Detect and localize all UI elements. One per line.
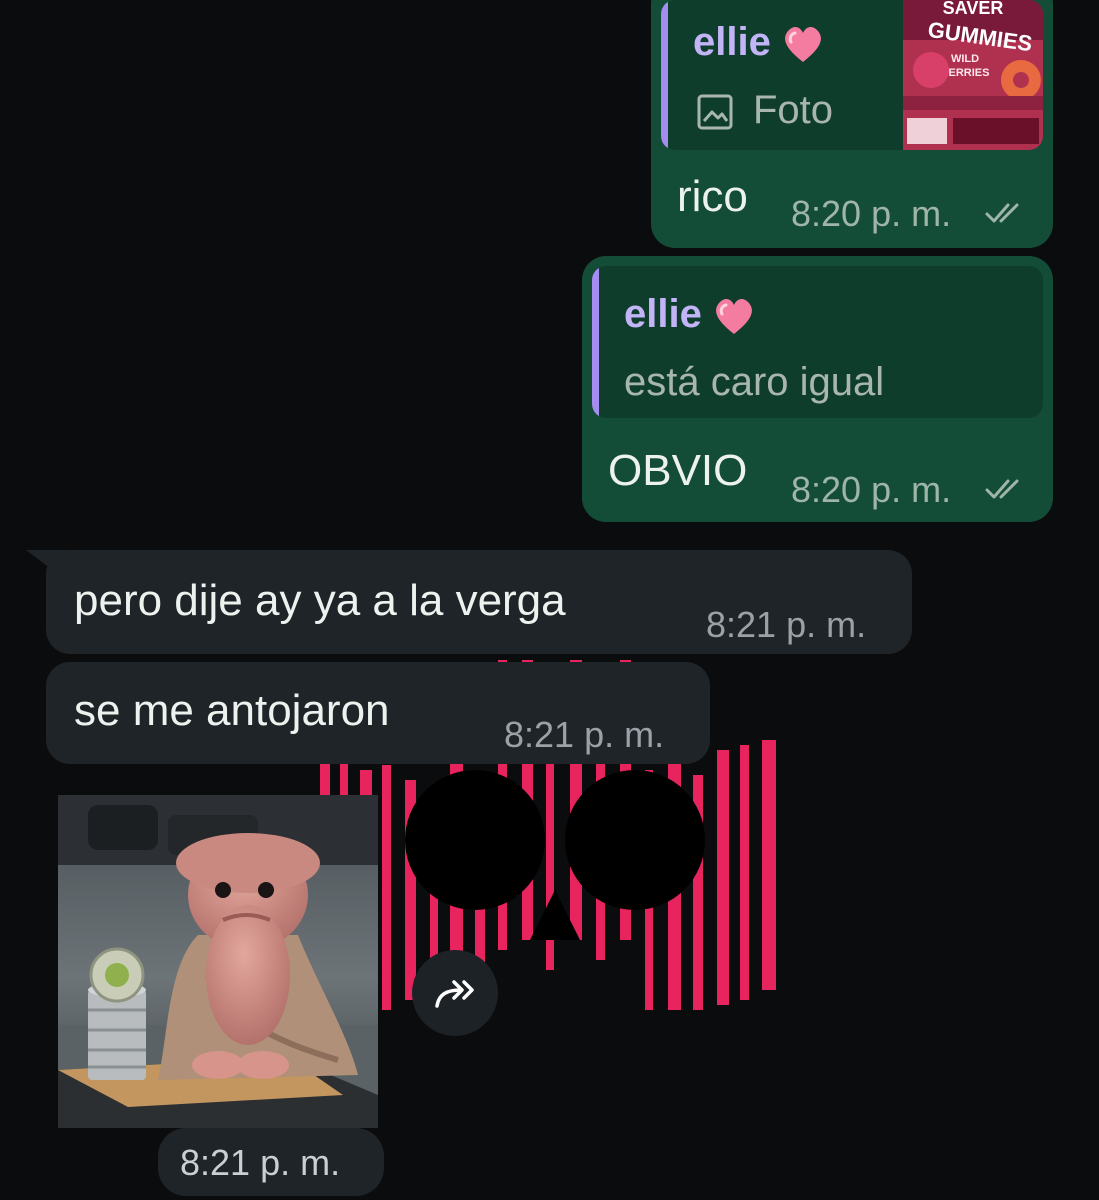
quote-accent-bar (661, 0, 668, 150)
reply-quote[interactable]: ellie está caro igual (592, 266, 1043, 418)
forward-button[interactable] (412, 950, 498, 1036)
message-time: 8:20 p. m. (791, 193, 952, 234)
image-icon (697, 94, 733, 130)
quote-author: ellie (624, 292, 756, 338)
quote-thumbnail[interactable]: SAVER GUMMIES WILD BERRIES (903, 0, 1043, 150)
outgoing-message-bubble[interactable]: ellie Foto SAVER GUMMIES WILD BERRIES ri… (651, 0, 1053, 248)
double-check-icon (985, 479, 1019, 499)
pink-heart-icon (784, 27, 821, 63)
incoming-message-bubble[interactable]: se me antojaron 8:21 p. m. (46, 662, 710, 764)
quote-author: ellie (693, 20, 825, 66)
image-time-pill: 8:21 p. m. (158, 1128, 384, 1196)
message-time: 8:21 p. m. (706, 604, 867, 645)
message-text: pero dije ay ya a la verga (74, 576, 566, 625)
creature-photo (58, 795, 378, 1128)
message-text: rico (677, 172, 748, 221)
sticker-bar (717, 750, 729, 1005)
sticker-bar (740, 745, 749, 1000)
quote-text: está caro igual (624, 360, 885, 404)
pink-heart-icon (715, 299, 752, 335)
outgoing-message-bubble[interactable]: ellie está caro igual OBVIO 8:20 p. m. (582, 256, 1053, 522)
incoming-message-bubble[interactable]: pero dije ay ya a la verga 8:21 p. m. (46, 550, 912, 654)
quote-author-name: ellie (624, 292, 702, 336)
quote-accent-bar (592, 266, 599, 418)
double-check-icon (985, 203, 1019, 223)
image-message[interactable] (58, 795, 378, 1128)
forward-icon (435, 980, 474, 1008)
reply-quote[interactable]: ellie Foto SAVER GUMMIES WILD BERRIES (661, 0, 1043, 150)
quote-author-name: ellie (693, 20, 771, 64)
thumb-brand: SAVER (943, 0, 1004, 18)
sticker-bar (382, 765, 391, 1010)
chat-screen: ellie Foto SAVER GUMMIES WILD BERRIES ri… (0, 0, 1099, 1200)
message-time: 8:20 p. m. (791, 469, 952, 510)
message-text: se me antojaron (74, 686, 390, 735)
sticker-bar (762, 740, 776, 990)
quote-media-type: Foto (753, 88, 834, 132)
message-time: 8:21 p. m. (504, 714, 665, 755)
message-time: 8:21 p. m. (180, 1142, 341, 1183)
thumb-flavor-1: WILD (951, 53, 979, 65)
message-text: OBVIO (608, 446, 748, 495)
gummies-thumbnail-image: SAVER GUMMIES WILD BERRIES (903, 0, 1043, 150)
